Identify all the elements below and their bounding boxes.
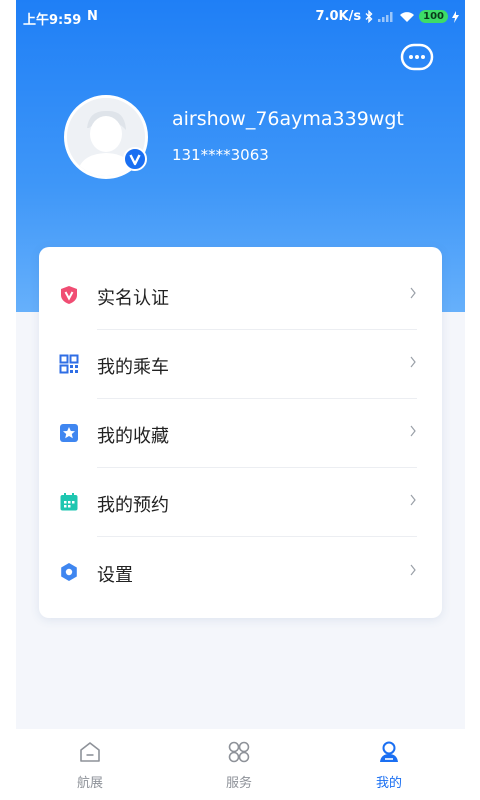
menu-item-label: 我的收藏 [97,426,169,447]
menu-item-real-name-verification[interactable]: 实名认证 [39,260,442,328]
menu-item-my-favorites[interactable]: 我的收藏 [39,398,442,466]
menu-item-label: 实名认证 [97,288,169,309]
menu-item-settings[interactable]: 设置 [39,537,442,605]
tab-label: 我的 [375,776,402,791]
calendar-icon [60,493,78,511]
grid-circles-icon [228,741,250,763]
chevron-right-icon [410,356,416,368]
notification-icon: N [87,9,98,24]
tab-label: 服务 [225,776,252,791]
menu-item-label: 我的预约 [97,495,169,516]
qr-code-icon [59,354,79,374]
net-speed: 7.0K/s [315,9,362,24]
menu-card: 实名认证 我的乘车 我的收藏 我的预约 设置 [39,247,442,618]
star-icon [60,424,78,442]
verified-v-icon [123,147,147,171]
home-icon [80,742,100,762]
bluetooth-icon [365,10,373,23]
chat-bubble-icon[interactable] [400,43,434,73]
gear-icon [61,563,77,581]
chevron-right-icon [410,494,416,506]
menu-item-my-rides[interactable]: 我的乘车 [39,329,442,397]
person-icon [380,741,398,762]
app-screen: 上午9:59 N 7.0K/s 100 airshow_76ayma339wgt… [16,0,465,800]
username: airshow_76ayma339wgt [172,108,404,130]
phone-number: 131****3063 [172,146,269,164]
menu-item-my-reservations[interactable]: 我的预约 [39,467,442,535]
menu-item-label: 我的乘车 [97,357,169,378]
tab-label: 航展 [76,776,103,791]
menu-item-label: 设置 [97,565,133,586]
bottom-tab-bar: 航展 服务 我的 [16,729,465,800]
tab-services[interactable]: 服务 [179,729,299,800]
status-time: 上午9:59 [23,13,82,28]
battery-icon: 100 [419,10,448,23]
status-bar: 上午9:59 N 7.0K/s 100 [16,0,465,34]
avatar[interactable] [64,95,148,179]
tab-airshow[interactable]: 航展 [30,729,150,800]
charging-icon [452,10,459,23]
status-indicators: 7.0K/s 100 [316,9,459,24]
chevron-right-icon [410,287,416,299]
chevron-right-icon [410,425,416,437]
signal-icon [378,11,393,22]
tab-mine[interactable]: 我的 [329,729,449,800]
chevron-right-icon [410,564,416,576]
wifi-icon [400,11,415,22]
shield-v-icon [61,286,77,304]
